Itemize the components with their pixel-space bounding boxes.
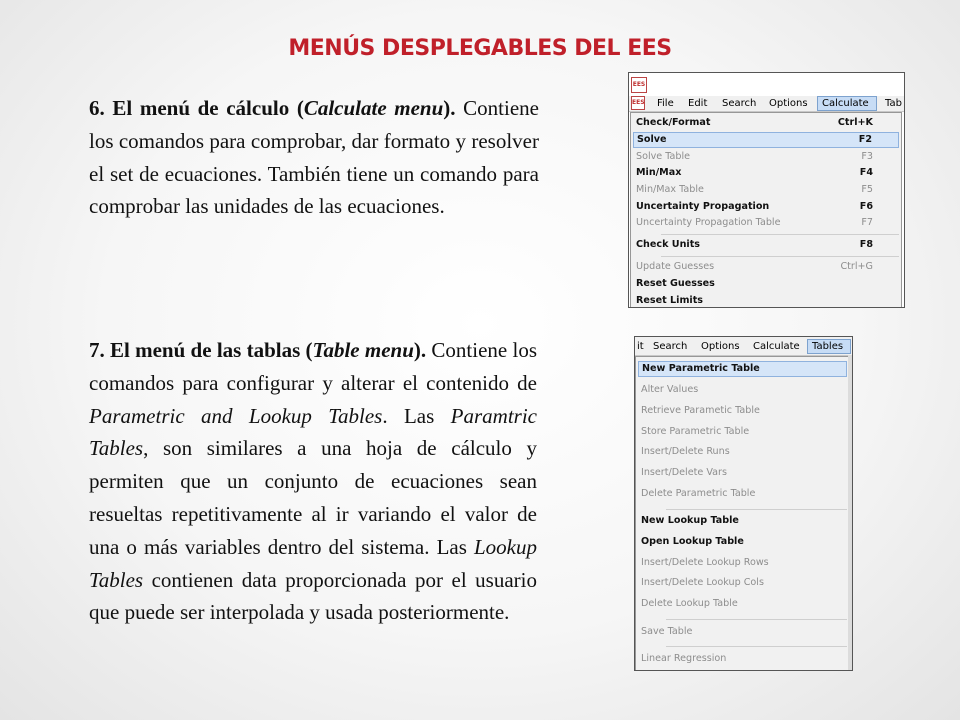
calculate-menu-description: 6. El menú de cálculo (Calculate menu). …	[89, 96, 539, 219]
menu-separator	[666, 619, 847, 620]
menu-item-insert-delete-lookup-cols[interactable]: Insert/Delete Lookup Cols	[638, 575, 847, 591]
menu-calculate[interactable]: Calculate	[749, 339, 804, 354]
para6-heading: 6. El menú de cálculo (Calculate menu).	[89, 96, 456, 120]
menu-item-update-guesses[interactable]: Update Guesses Ctrl+G	[633, 259, 899, 275]
calculate-menu-screenshot: EES EES File Edit Search Options Calcula…	[628, 72, 905, 308]
menu-separator	[661, 234, 899, 235]
menu-item-label: New Lookup Table	[641, 515, 739, 526]
menu-item-label: Reset Guesses	[636, 278, 715, 289]
menu-item-label: Check/Format	[636, 117, 711, 128]
menu-item-label: Delete Lookup Table	[641, 598, 738, 609]
menu-item-insert-delete-runs[interactable]: Insert/Delete Runs	[638, 444, 847, 460]
menu-item-label: Retrieve Parametic Table	[641, 405, 760, 416]
menu-item-label: Check Units	[636, 239, 700, 250]
menu-item-shortcut: F3	[861, 151, 873, 162]
menu-item-label: Save Table	[641, 626, 693, 637]
menu-item-uncertainty-propagation-table[interactable]: Uncertainty Propagation Table F7	[633, 215, 899, 231]
menu-item-shortcut: F8	[859, 239, 873, 250]
tables-dropdown: New Parametric Table Alter Values Retrieve…	[635, 356, 850, 670]
menu-item-linear-regression[interactable]: Linear Regression	[638, 651, 847, 667]
menu-item-label: Insert/Delete Lookup Cols	[641, 577, 764, 588]
tables-menu-screenshot: it Search Options Calculate Tables New P…	[634, 336, 853, 671]
menu-item-label: Insert/Delete Vars	[641, 467, 727, 478]
menu-item-delete-lookup-table[interactable]: Delete Lookup Table	[638, 596, 847, 612]
menu-item-open-lookup-table[interactable]: Open Lookup Table	[638, 534, 847, 550]
menu-item-new-lookup-table[interactable]: New Lookup Table	[638, 513, 847, 529]
menu-file[interactable]: File	[653, 96, 678, 111]
calculate-dropdown: Check/Format Ctrl+K Solve F2 Solve Table F3 Mi…	[630, 112, 902, 307]
menu-item-label: Reset Limits	[636, 295, 704, 306]
menu-item-min-max-table[interactable]: Min/Max Table F5	[633, 182, 899, 198]
menu-item-shortcut: F5	[861, 184, 873, 195]
menu-item-label: Linear Regression	[641, 653, 727, 664]
menu-item-label: Uncertainty Propagation	[636, 201, 770, 212]
menu-item-label: Delete Parametric Table	[641, 488, 756, 499]
menu-item-delete-parametric-table[interactable]: Delete Parametric Table	[638, 486, 847, 502]
table-menu-description: 7. El menú de las tablas (Table menu). C…	[89, 338, 537, 625]
menu-item-new-parametric-table[interactable]: New Parametric Table	[638, 361, 847, 377]
menu-item-label: Update Guesses	[636, 261, 715, 272]
menu-item-label: New Parametric Table	[642, 363, 760, 374]
menu-separator	[666, 646, 847, 647]
menu-edit[interactable]: Edit	[684, 96, 711, 111]
menu-bar-tables: it Search Options Calculate Tables	[635, 337, 852, 356]
menu-item-shortcut: F6	[859, 201, 873, 212]
menu-calculate[interactable]: Calculate	[817, 96, 877, 111]
menu-item-label: Min/Max Table	[636, 184, 704, 195]
menu-item-alter-values[interactable]: Alter Values	[638, 382, 847, 398]
menu-bar: EES File Edit Search Options Calculate T…	[629, 96, 904, 112]
menu-separator	[666, 509, 847, 510]
menu-item-solve-table[interactable]: Solve Table F3	[633, 149, 899, 165]
menu-separator	[661, 256, 899, 257]
menu-item-label: Alter Values	[641, 384, 699, 395]
menu-item-retrieve-parametic-table[interactable]: Retrieve Parametic Table	[638, 403, 847, 419]
menu-edit-partial[interactable]: it	[635, 339, 648, 354]
menu-item-label: Solve Table	[636, 151, 691, 162]
menu-item-reset-limits[interactable]: Reset Limits	[633, 293, 899, 307]
menu-item-min-max[interactable]: Min/Max F4	[633, 165, 899, 181]
menu-item-shortcut: F2	[858, 134, 872, 145]
menu-item-shortcut: F4	[859, 167, 873, 178]
menu-item-shortcut: Ctrl+G	[840, 261, 873, 272]
menu-item-insert-delete-lookup-rows[interactable]: Insert/Delete Lookup Rows	[638, 555, 847, 571]
scrollbar[interactable]	[848, 355, 852, 670]
slide-title: MENÚS DESPLEGABLES DEL EES	[288, 36, 672, 61]
menu-item-insert-delete-vars[interactable]: Insert/Delete Vars	[638, 465, 847, 481]
menu-search[interactable]: Search	[649, 339, 691, 354]
menu-item-label: Min/Max	[636, 167, 682, 178]
menu-item-label: Insert/Delete Runs	[641, 446, 730, 457]
menu-tables[interactable]: Tab	[881, 96, 904, 111]
menu-search[interactable]: Search	[718, 96, 760, 111]
menu-item-label: Insert/Delete Lookup Rows	[641, 557, 769, 568]
menu-options[interactable]: Options	[697, 339, 744, 354]
menu-item-solve[interactable]: Solve F2	[633, 132, 899, 148]
menu-item-label: Store Parametric Table	[641, 426, 750, 437]
ees-app-icon: EES	[631, 77, 647, 93]
window-titlebar: EES	[629, 73, 904, 96]
menu-item-shortcut: F7	[861, 217, 873, 228]
menu-item-check-units[interactable]: Check Units F8	[633, 237, 899, 253]
menu-item-reset-guesses[interactable]: Reset Guesses	[633, 276, 899, 292]
menu-item-store-parametric-table[interactable]: Store Parametric Table	[638, 424, 847, 440]
menu-item-label: Solve	[637, 134, 667, 145]
menu-options[interactable]: Options	[765, 96, 812, 111]
ees-menu-icon[interactable]: EES	[631, 96, 645, 110]
menu-item-save-table[interactable]: Save Table	[638, 624, 847, 640]
menu-item-label: Uncertainty Propagation Table	[636, 217, 781, 228]
menu-tables[interactable]: Tables	[807, 339, 851, 354]
menu-item-shortcut: Ctrl+K	[837, 117, 873, 128]
menu-item-check-format[interactable]: Check/Format Ctrl+K	[633, 115, 899, 131]
menu-item-uncertainty-propagation[interactable]: Uncertainty Propagation F6	[633, 199, 899, 215]
menu-item-label: Open Lookup Table	[641, 536, 744, 547]
para7-heading: 7. El menú de las tablas (Table menu).	[89, 338, 427, 362]
